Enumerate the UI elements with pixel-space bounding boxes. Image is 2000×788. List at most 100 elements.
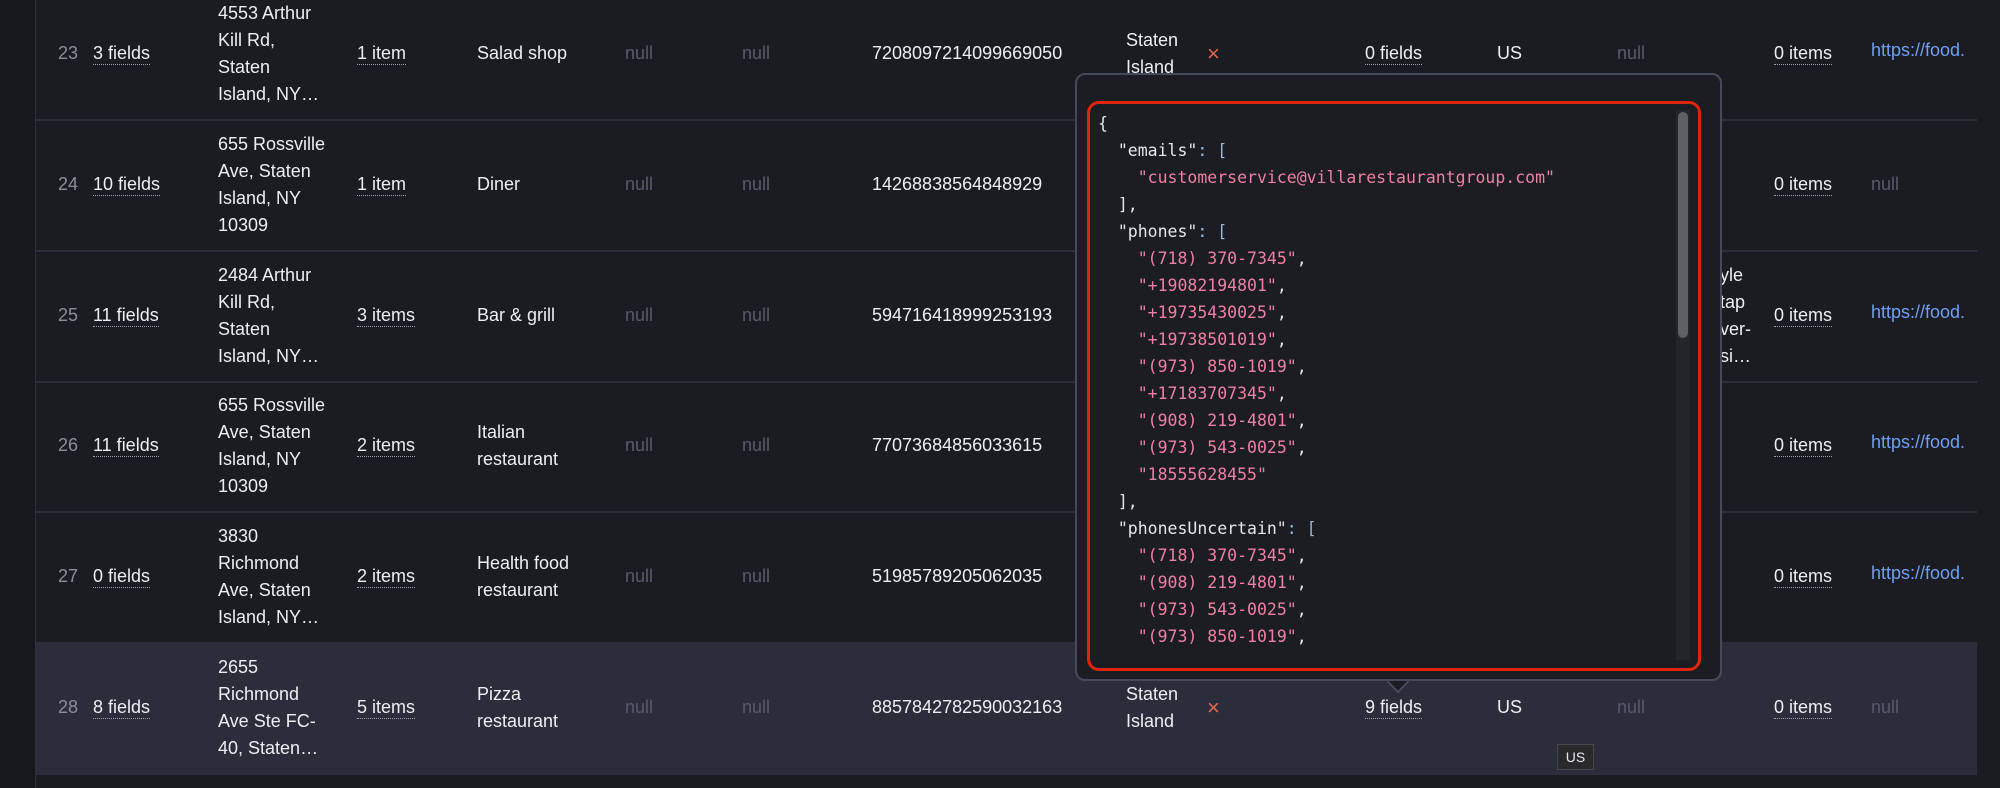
null-value-text: null (742, 697, 771, 717)
category-cell: Health food restaurant (477, 511, 569, 642)
fields-link[interactable]: 11 fields (93, 250, 159, 381)
items-link[interactable]: 2 items (357, 511, 416, 642)
json-scrollbar[interactable] (1676, 110, 1690, 660)
category-cell: Salad shop (477, 0, 567, 119)
items-link-text[interactable]: 0 items (1774, 173, 1833, 196)
line: Staten (218, 318, 271, 339)
json-string: "+19082194801" (1137, 276, 1277, 295)
country-cell-text: US (1497, 43, 1523, 63)
items-link-text[interactable]: 3 items (357, 304, 416, 327)
line: Richmond (218, 683, 300, 704)
items-link[interactable]: 0 items (1774, 119, 1833, 250)
json-token: "phonesUncertain" (1098, 519, 1287, 538)
items-link[interactable]: 0 items (1774, 642, 1833, 773)
fields-link-text[interactable]: 0 fields (1365, 42, 1423, 65)
fields-link[interactable]: 10 fields (93, 119, 161, 250)
null-value: null (625, 250, 653, 381)
id-cell-text: 14268838564848929 (872, 174, 1043, 194)
fields-link-text[interactable]: 3 fields (93, 42, 151, 65)
line: Island, NY… (218, 83, 320, 104)
url-link-text[interactable]: https://food. (1871, 429, 1965, 456)
line: 655 Rossville (218, 394, 326, 415)
scrollbar-thumb[interactable] (1678, 112, 1688, 338)
json-string: "(908) 219-4801" (1137, 573, 1297, 592)
address-cell: 4553 Arthur Kill Rd, Staten Island, NY… (218, 0, 319, 119)
items-link[interactable]: 0 items (1774, 511, 1833, 642)
null-value: null (742, 119, 770, 250)
items-link[interactable]: 0 items (1774, 250, 1833, 381)
fields-link-text[interactable]: 0 fields (93, 565, 151, 588)
items-link-text[interactable]: 2 items (357, 434, 416, 457)
address-cell-text: 2655 Richmond Ave Ste FC- 40, Staten… (218, 654, 318, 762)
line: Island, NY… (218, 345, 320, 366)
row-number-text: 24 (58, 174, 79, 194)
fields-link[interactable]: 0 fields (93, 511, 151, 642)
fields-link-text[interactable]: 10 fields (93, 173, 161, 196)
fields-link-text[interactable]: 11 fields (93, 304, 159, 327)
items-link-text[interactable]: 2 items (357, 565, 416, 588)
line: Health food (477, 552, 570, 573)
url-link-text[interactable]: https://food. (1871, 299, 1965, 326)
items-link[interactable]: 3 items (357, 250, 416, 381)
json-token: , (1296, 573, 1307, 592)
line: Bar & grill (477, 305, 556, 325)
address-cell: 2655 Richmond Ave Ste FC- 40, Staten… (218, 642, 318, 773)
fields-link-text[interactable]: 8 fields (93, 696, 151, 719)
items-link-text[interactable]: 0 items (1774, 304, 1833, 327)
url-link-text[interactable]: https://food. (1871, 37, 1965, 64)
items-link-text[interactable]: 1 item (357, 173, 407, 196)
url-link[interactable]: https://food. (1871, 511, 1965, 642)
fields-link[interactable]: 11 fields (93, 380, 159, 511)
url-link[interactable]: https://food. (1871, 380, 1965, 511)
fields-link-text[interactable]: 9 fields (1365, 696, 1423, 719)
cross-icon-text: × (1207, 695, 1220, 720)
address-cell-text: 2484 Arthur Kill Rd, Staten Island, NY… (218, 262, 319, 370)
row-number: 27 (58, 511, 78, 642)
line: Richmond (218, 552, 300, 573)
fields-link[interactable]: 3 fields (93, 0, 151, 119)
line: restaurant (477, 710, 559, 731)
line: Island, NY (218, 187, 302, 208)
row-number-text: 23 (58, 43, 79, 63)
line: Ave, Staten (218, 579, 311, 600)
address-cell-text: 4553 Arthur Kill Rd, Staten Island, NY… (218, 0, 319, 108)
category-cell-text: Italian restaurant (477, 419, 558, 473)
json-popover: { "emails": [ "customerservice@villarest… (1075, 73, 1722, 681)
items-link-text[interactable]: 0 items (1774, 696, 1833, 719)
line: si… (1720, 345, 1751, 366)
line: Kill Rd, (218, 29, 276, 50)
items-link[interactable]: 1 item (357, 119, 407, 250)
json-token: "emails" (1098, 141, 1198, 160)
items-link[interactable]: 1 item (357, 0, 407, 119)
address-cell-text: 655 Rossville Ave, Staten Island, NY 10309 (218, 131, 325, 239)
url-link[interactable]: https://food. (1871, 250, 1965, 381)
null-value: null (742, 0, 770, 119)
fields-link[interactable]: 8 fields (93, 642, 151, 773)
json-string: "(973) 850-1019" (1137, 357, 1297, 376)
items-link[interactable]: 0 items (1774, 0, 1833, 119)
items-link-text[interactable]: 5 items (357, 696, 416, 719)
items-link-text[interactable]: 0 items (1774, 434, 1833, 457)
category-cell: Pizza restaurant (477, 642, 558, 773)
null-value-text: null (625, 435, 654, 455)
items-link[interactable]: 0 items (1774, 380, 1833, 511)
id-cell-text: 7208097214099669050 (872, 43, 1063, 63)
items-link-text[interactable]: 0 items (1774, 42, 1833, 65)
line: Salad shop (477, 43, 568, 63)
items-link[interactable]: 2 items (357, 380, 416, 511)
items-link-text[interactable]: 1 item (357, 42, 407, 65)
json-string: "+19735430025" (1137, 303, 1277, 322)
row-number-text: 28 (58, 697, 79, 717)
url-link[interactable]: https://food. (1871, 0, 1965, 119)
line: Ave Ste FC- (218, 710, 316, 731)
items-link-text[interactable]: 0 items (1774, 565, 1833, 588)
fields-link-text[interactable]: 11 fields (93, 434, 159, 457)
cross-icon-text: × (1207, 41, 1220, 66)
items-link[interactable]: 5 items (357, 642, 416, 773)
url-link-text[interactable]: https://food. (1871, 560, 1965, 587)
json-string: "+17183707345" (1137, 384, 1277, 403)
